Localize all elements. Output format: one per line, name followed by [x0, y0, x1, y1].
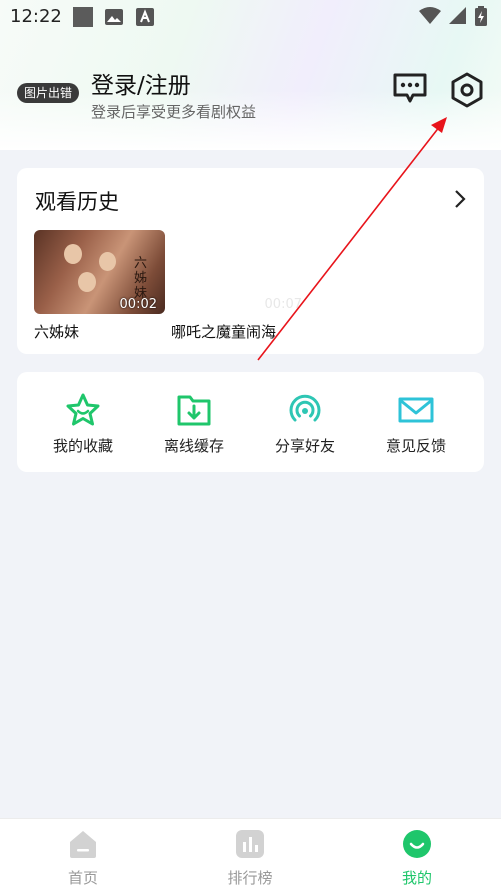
history-duration: 00:07: [264, 297, 302, 312]
square-notification-icon: [73, 7, 93, 27]
tab-ranking-label: 排行榜: [227, 869, 273, 887]
watch-history-card: 观看历史 六姊妹 00:02 六姊妹 00:07 哪吒之魔童闹海: [17, 168, 484, 354]
offline-cache-label: 离线缓存: [163, 437, 224, 455]
tab-ranking[interactable]: 排行榜: [205, 829, 295, 888]
star-icon: [66, 393, 100, 426]
history-thumbnail: 六姊妹 00:02: [34, 230, 165, 314]
mail-icon: [398, 397, 434, 423]
favorites-button[interactable]: 我的收藏: [33, 392, 133, 456]
watch-history-title: 观看历史: [35, 190, 119, 214]
login-subtitle: 登录后享受更多看剧权益: [91, 103, 257, 121]
feedback-button[interactable]: 意见反馈: [366, 392, 466, 456]
message-icon[interactable]: [392, 72, 428, 106]
favorites-label: 我的收藏: [52, 437, 113, 455]
image-icon: [104, 7, 124, 27]
signal-icon: [449, 7, 466, 24]
poster-text: 六姊妹: [134, 256, 148, 301]
history-thumbnail: 00:07: [171, 230, 302, 314]
share-friends-button[interactable]: 分享好友: [255, 392, 355, 456]
history-item-title: 六姊妹: [34, 323, 80, 341]
avatar[interactable]: 图片出错: [17, 83, 79, 103]
a-icon: [135, 7, 155, 27]
status-time: 12:22: [10, 6, 62, 27]
offline-cache-button[interactable]: 离线缓存: [144, 392, 244, 456]
settings-icon[interactable]: [448, 71, 486, 109]
history-item[interactable]: 00:07 哪吒之魔童闹海: [171, 230, 302, 342]
bottom-tab-bar: 首页 排行榜 我的: [0, 818, 501, 893]
battery-icon: [475, 6, 487, 26]
mine-icon: [403, 830, 431, 858]
tab-mine[interactable]: 我的: [372, 829, 462, 888]
feedback-label: 意见反馈: [385, 437, 446, 455]
status-bar: 12:22: [0, 0, 501, 34]
history-item-title: 哪吒之魔童闹海: [171, 323, 277, 341]
tab-home-label: 首页: [67, 869, 98, 887]
tab-mine-label: 我的: [401, 869, 432, 887]
share-signal-icon: [289, 394, 321, 422]
home-icon: [70, 831, 96, 858]
login-register-link[interactable]: 登录/注册: [91, 66, 191, 100]
history-duration: 00:02: [119, 297, 157, 312]
share-friends-label: 分享好友: [274, 437, 335, 455]
status-right-icons: [419, 6, 487, 26]
download-folder-icon: [177, 395, 211, 426]
chevron-right-icon[interactable]: [452, 188, 468, 210]
wifi-icon: [419, 7, 441, 24]
ranking-icon: [236, 830, 264, 858]
tab-home[interactable]: 首页: [38, 829, 128, 888]
tools-card: 我的收藏 离线缓存 分享好友 意见反馈: [17, 372, 484, 472]
history-item[interactable]: 六姊妹 00:02 六姊妹: [34, 230, 165, 342]
